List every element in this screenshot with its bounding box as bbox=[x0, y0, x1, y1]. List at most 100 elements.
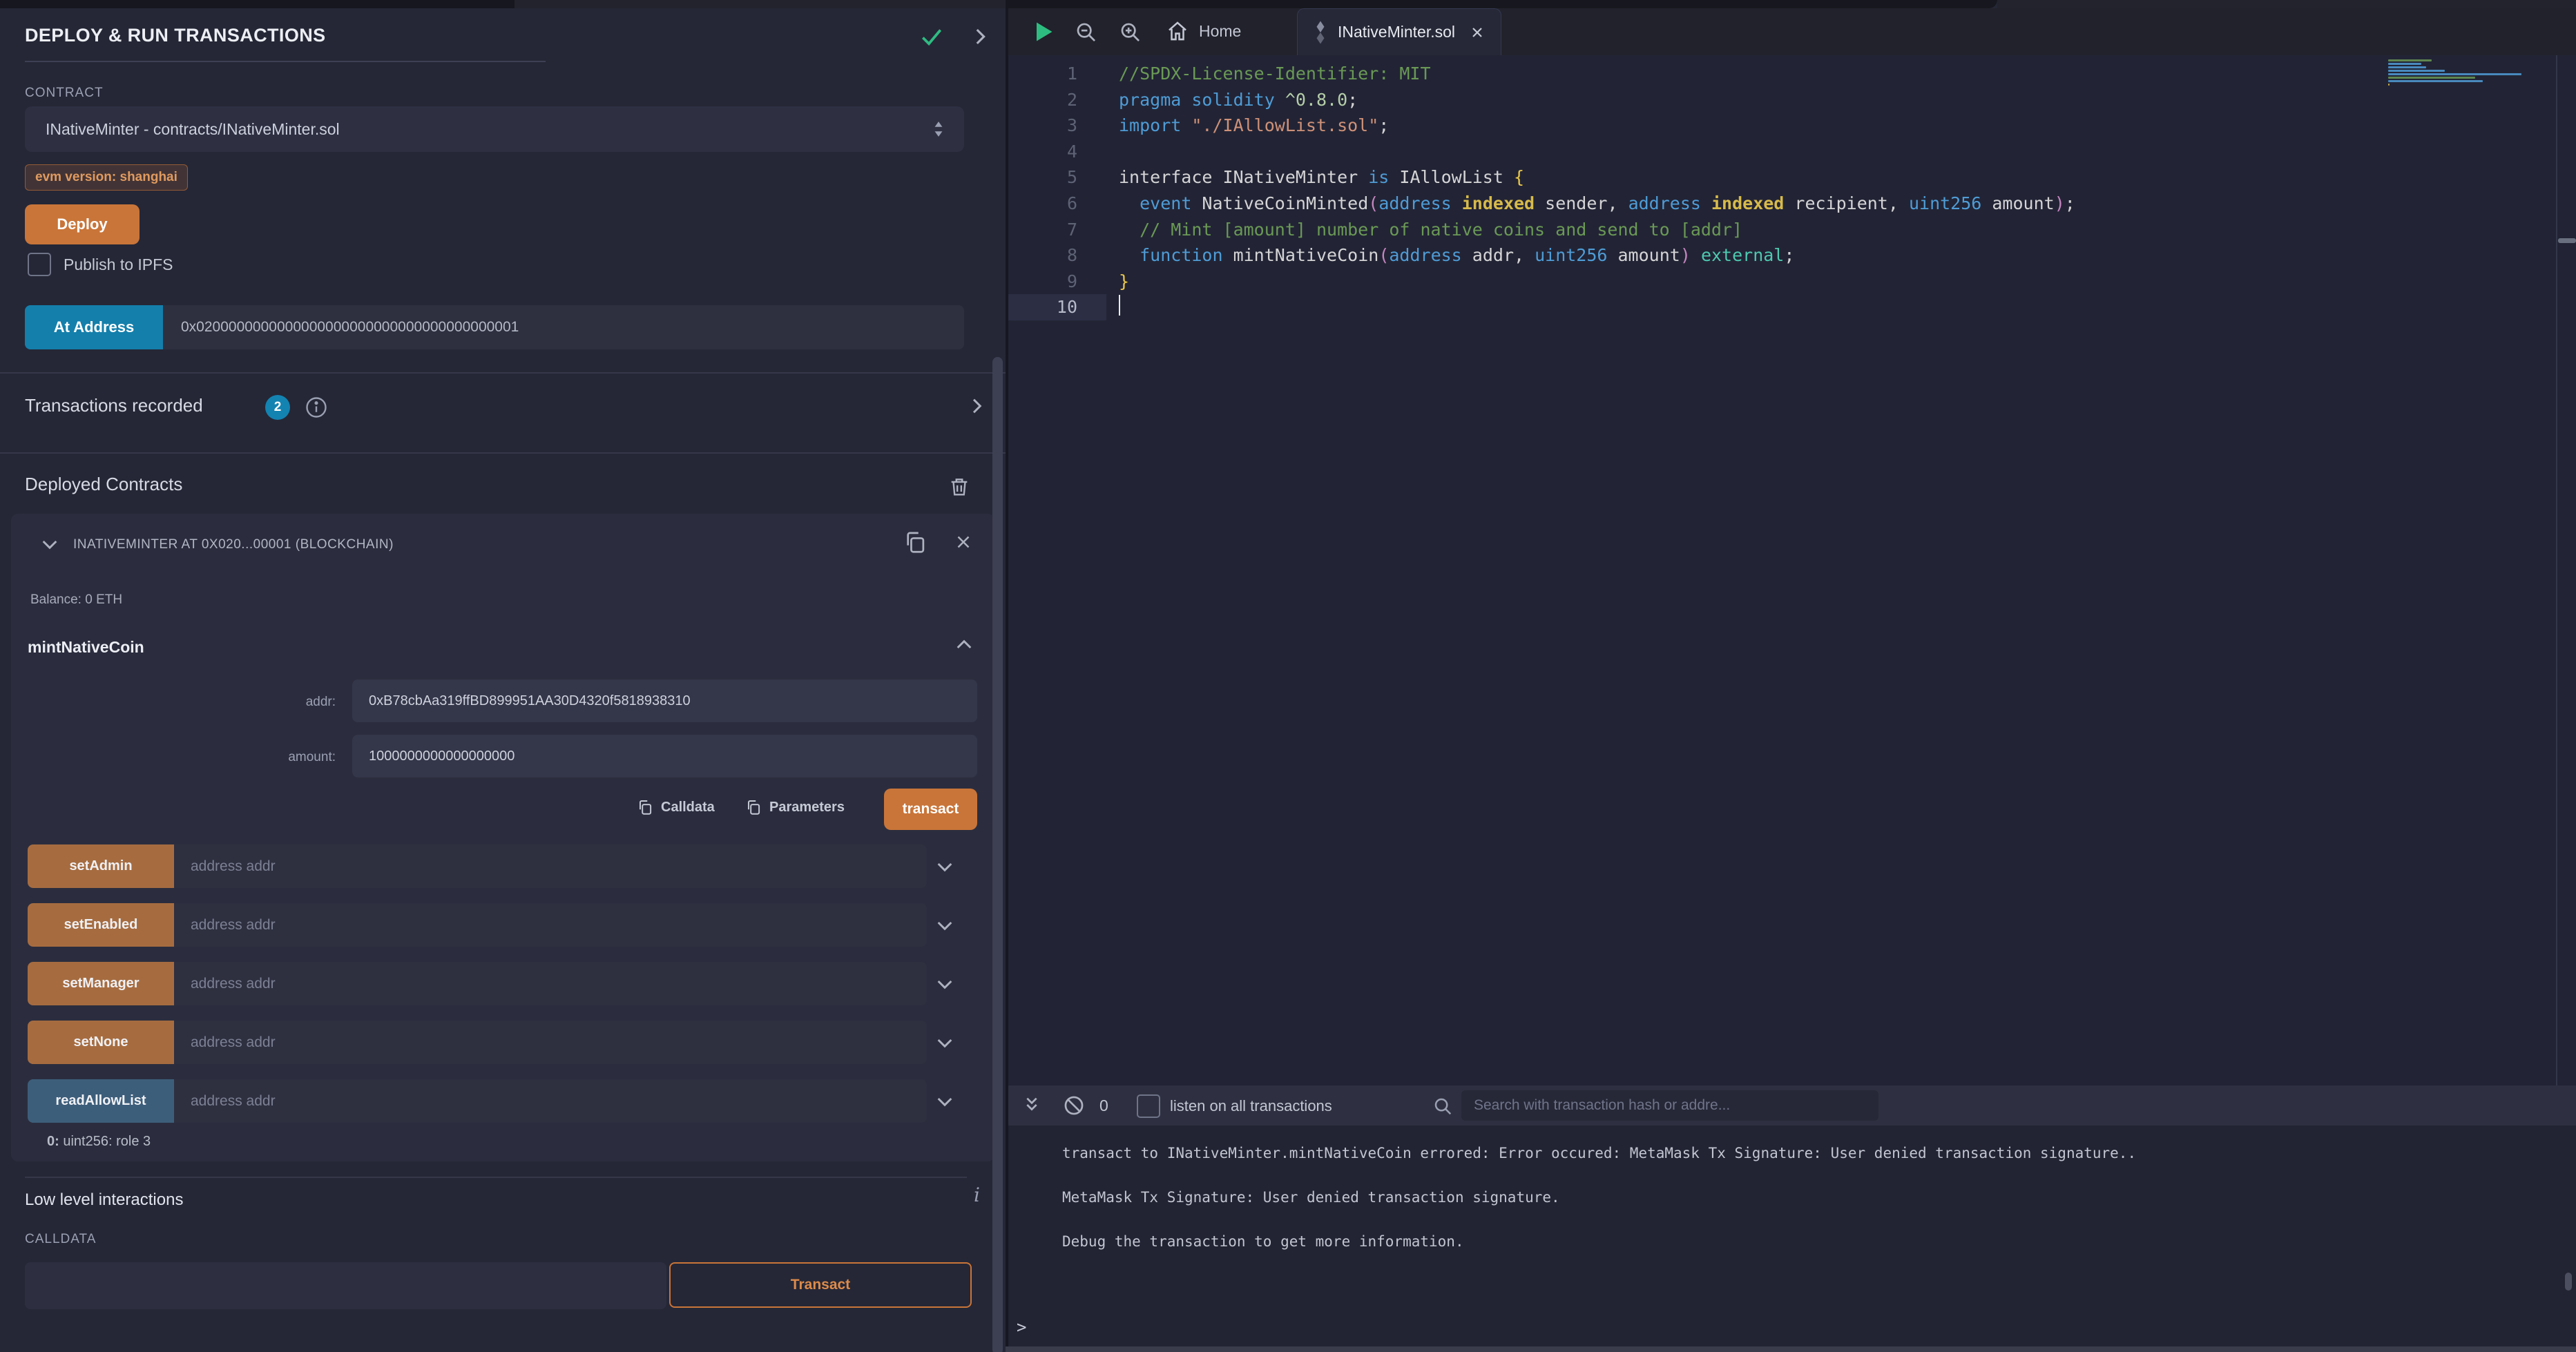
select-updown-icon bbox=[930, 117, 948, 141]
panel-collapse-chevron-icon[interactable] bbox=[968, 25, 992, 48]
chevron-down-icon[interactable] bbox=[934, 856, 956, 878]
code-line: 6 event NativeCoinMinted(address indexed… bbox=[1008, 191, 2576, 217]
code-text bbox=[1106, 139, 1119, 165]
calldata-copy-button[interactable]: Calldata bbox=[636, 798, 715, 816]
minimap-line bbox=[2388, 77, 2475, 79]
function-button-setAdmin[interactable]: setAdmin bbox=[28, 844, 174, 888]
at-address-row: At Address bbox=[25, 305, 964, 349]
info-icon[interactable] bbox=[304, 395, 329, 420]
code-text: interface INativeMinter is IAllowList { bbox=[1106, 164, 1524, 191]
minimap-line bbox=[2388, 59, 2432, 61]
line-number: 5 bbox=[1008, 164, 1106, 191]
copy-icon[interactable] bbox=[902, 529, 928, 555]
transactions-recorded-label: Transactions recorded bbox=[25, 395, 203, 416]
code-text: pragma solidity ^0.8.0; bbox=[1106, 87, 1358, 113]
zoom-out-icon[interactable] bbox=[1075, 21, 1098, 44]
clear-console-ban-icon[interactable] bbox=[1062, 1094, 1086, 1117]
function-row: setNone bbox=[28, 1021, 994, 1064]
function-input-setNone[interactable] bbox=[174, 1021, 927, 1064]
editor-tabbar: Home INativeMinter.sol bbox=[1008, 8, 2576, 55]
bottom-resize-strip[interactable] bbox=[1006, 1346, 2576, 1352]
info-icon[interactable]: i bbox=[974, 1184, 980, 1206]
field-label-addr: addr: bbox=[239, 695, 336, 710]
parameters-copy-button[interactable]: Parameters bbox=[744, 798, 845, 816]
minimap-line bbox=[2388, 84, 2390, 86]
code-line: 10 bbox=[1008, 294, 2576, 320]
field-input-amount[interactable] bbox=[352, 735, 977, 778]
function-input-setAdmin[interactable] bbox=[174, 844, 927, 888]
terminal-log-line: transact to INativeMinter.mintNativeCoin… bbox=[1062, 1145, 2576, 1161]
text-cursor bbox=[1119, 295, 1120, 316]
function-button-readAllowList[interactable]: readAllowList bbox=[28, 1079, 174, 1123]
parameters-label: Parameters bbox=[769, 800, 845, 815]
code-text: //SPDX-License-Identifier: MIT bbox=[1106, 61, 1431, 87]
minimap[interactable] bbox=[2388, 59, 2555, 87]
chevron-down-icon[interactable] bbox=[934, 973, 956, 995]
tab-inativeminter[interactable]: INativeMinter.sol bbox=[1297, 8, 1501, 55]
instance-collapse-chevron-icon[interactable] bbox=[39, 533, 61, 555]
terminal-scrollbar-thumb[interactable] bbox=[2565, 1273, 2572, 1291]
code-line: 2pragma solidity ^0.8.0; bbox=[1008, 87, 2576, 113]
line-number: 9 bbox=[1008, 269, 1106, 295]
function-collapse-chevron-icon[interactable] bbox=[953, 634, 975, 656]
contract-select[interactable]: INativeMinter - contracts/INativeMinter.… bbox=[25, 106, 964, 152]
terminal-search-input[interactable] bbox=[1461, 1090, 1878, 1121]
at-address-button[interactable]: At Address bbox=[25, 305, 163, 349]
code-text: event NativeCoinMinted(address indexed s… bbox=[1106, 191, 2075, 217]
function-button-setManager[interactable]: setManager bbox=[28, 962, 174, 1005]
panel-scrollbar-thumb[interactable] bbox=[992, 357, 1003, 1352]
function-list: setAdmin setEnabled setManager setNone readA… bbox=[11, 844, 994, 1138]
code-text bbox=[1106, 294, 1120, 320]
window-top-strip bbox=[515, 0, 1006, 8]
contract-select-value: INativeMinter - contracts/INativeMinter.… bbox=[46, 120, 340, 139]
trash-icon[interactable] bbox=[948, 475, 971, 499]
function-button-setNone[interactable]: setNone bbox=[28, 1021, 174, 1064]
tab-home[interactable]: Home bbox=[1166, 19, 1241, 43]
code-lines[interactable]: 1//SPDX-License-Identifier: MIT2pragma s… bbox=[1008, 55, 2576, 320]
chevron-down-icon[interactable] bbox=[934, 1090, 956, 1112]
close-icon[interactable] bbox=[953, 532, 974, 552]
terminal-expand-double-chevron-icon[interactable] bbox=[1021, 1094, 1043, 1116]
line-number: 7 bbox=[1008, 217, 1106, 243]
at-address-input[interactable] bbox=[163, 305, 964, 349]
transactions-expand-chevron-icon[interactable] bbox=[965, 395, 988, 417]
terminal-log-line: Debug the transaction to get more inform… bbox=[1062, 1233, 2576, 1250]
function-output: 0: uint256: role 3 bbox=[47, 1134, 151, 1150]
code-editor[interactable]: 1//SPDX-License-Identifier: MIT2pragma s… bbox=[1008, 55, 2576, 1085]
tab-close-icon[interactable] bbox=[1469, 24, 1486, 41]
publish-ipfs-checkbox[interactable] bbox=[28, 253, 51, 276]
low-level-calldata-input[interactable] bbox=[25, 1262, 666, 1309]
listen-all-checkbox[interactable] bbox=[1137, 1094, 1160, 1118]
minimap-line bbox=[2388, 73, 2521, 75]
function-input-setManager[interactable] bbox=[174, 962, 927, 1005]
deployed-contract-card: INATIVEMINTER AT 0X020...00001 (BLOCKCHA… bbox=[11, 514, 994, 1161]
field-input-addr[interactable] bbox=[352, 679, 977, 722]
contract-label: CONTRACT bbox=[25, 86, 104, 101]
code-text: // Mint [amount] number of native coins … bbox=[1106, 217, 1742, 243]
terminal-lines: transact to INativeMinter.mintNativeCoin… bbox=[1008, 1126, 2576, 1250]
deployed-contracts-title: Deployed Contracts bbox=[25, 474, 182, 495]
low-level-transact-button[interactable]: Transact bbox=[669, 1262, 972, 1308]
function-input-readAllowList[interactable] bbox=[174, 1079, 927, 1123]
publish-ipfs-label: Publish to IPFS bbox=[64, 255, 173, 274]
editor-scrollbar-thumb[interactable] bbox=[2558, 238, 2576, 243]
minimap-line bbox=[2388, 66, 2426, 68]
deploy-button[interactable]: Deploy bbox=[25, 204, 140, 244]
title-underline bbox=[25, 61, 546, 62]
chevron-down-icon[interactable] bbox=[934, 1032, 956, 1054]
output-index: 0: bbox=[47, 1134, 59, 1149]
transact-button[interactable]: transact bbox=[884, 789, 977, 830]
run-play-icon[interactable] bbox=[1030, 19, 1055, 44]
terminal-body[interactable]: transact to INativeMinter.mintNativeCoin… bbox=[1008, 1126, 2576, 1346]
line-number: 4 bbox=[1008, 139, 1106, 165]
code-line: 8 function mintNativeCoin(address addr, … bbox=[1008, 242, 2576, 269]
function-name: mintNativeCoin bbox=[28, 638, 144, 657]
zoom-in-icon[interactable] bbox=[1119, 21, 1142, 44]
function-button-setEnabled[interactable]: setEnabled bbox=[28, 903, 174, 947]
instance-header: INATIVEMINTER AT 0X020...00001 (BLOCKCHA… bbox=[73, 537, 394, 552]
chevron-down-icon[interactable] bbox=[934, 914, 956, 936]
function-input-setEnabled[interactable] bbox=[174, 903, 927, 947]
minimap-line bbox=[2388, 63, 2421, 65]
output-text: uint256: role 3 bbox=[63, 1134, 151, 1149]
line-number: 1 bbox=[1008, 61, 1106, 87]
